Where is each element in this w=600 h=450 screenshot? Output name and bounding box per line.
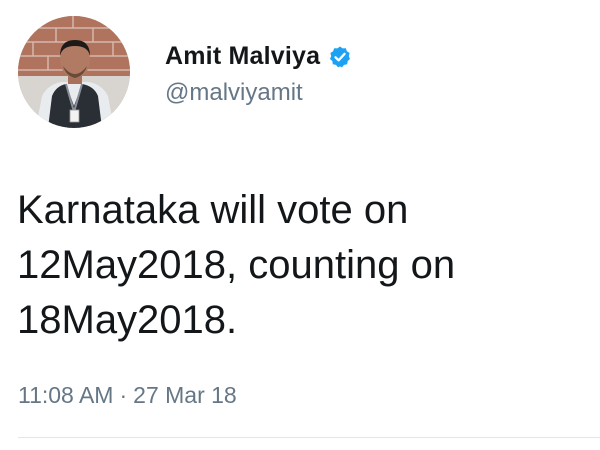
verified-badge-icon	[330, 46, 351, 67]
handle[interactable]: @malviyamit	[165, 79, 352, 107]
tweet-text-line: Karnataka will vote on	[17, 188, 409, 232]
tweet-text: Karnataka will vote on 12May2018, counti…	[17, 183, 587, 348]
divider	[18, 437, 600, 438]
tweet-time: 11:08 AM	[18, 382, 114, 408]
tweet-timestamp[interactable]: 11:08 AM · 27 Mar 18	[18, 382, 237, 409]
profile-photo-icon	[18, 16, 130, 128]
tweet-date: 27 Mar 18	[133, 382, 237, 408]
meta-separator: ·	[119, 382, 128, 408]
author-block: Amit Malviya @malviyamit	[165, 42, 352, 107]
avatar[interactable]	[18, 16, 130, 128]
display-name[interactable]: Amit Malviya	[165, 42, 320, 71]
tweet-card: Amit Malviya @malviyamit Karnataka will …	[0, 0, 600, 450]
author-name-row: Amit Malviya	[165, 42, 352, 71]
tweet-text-line: 18May2018.	[17, 298, 238, 342]
tweet-text-line: 12May2018, counting on	[17, 243, 456, 287]
